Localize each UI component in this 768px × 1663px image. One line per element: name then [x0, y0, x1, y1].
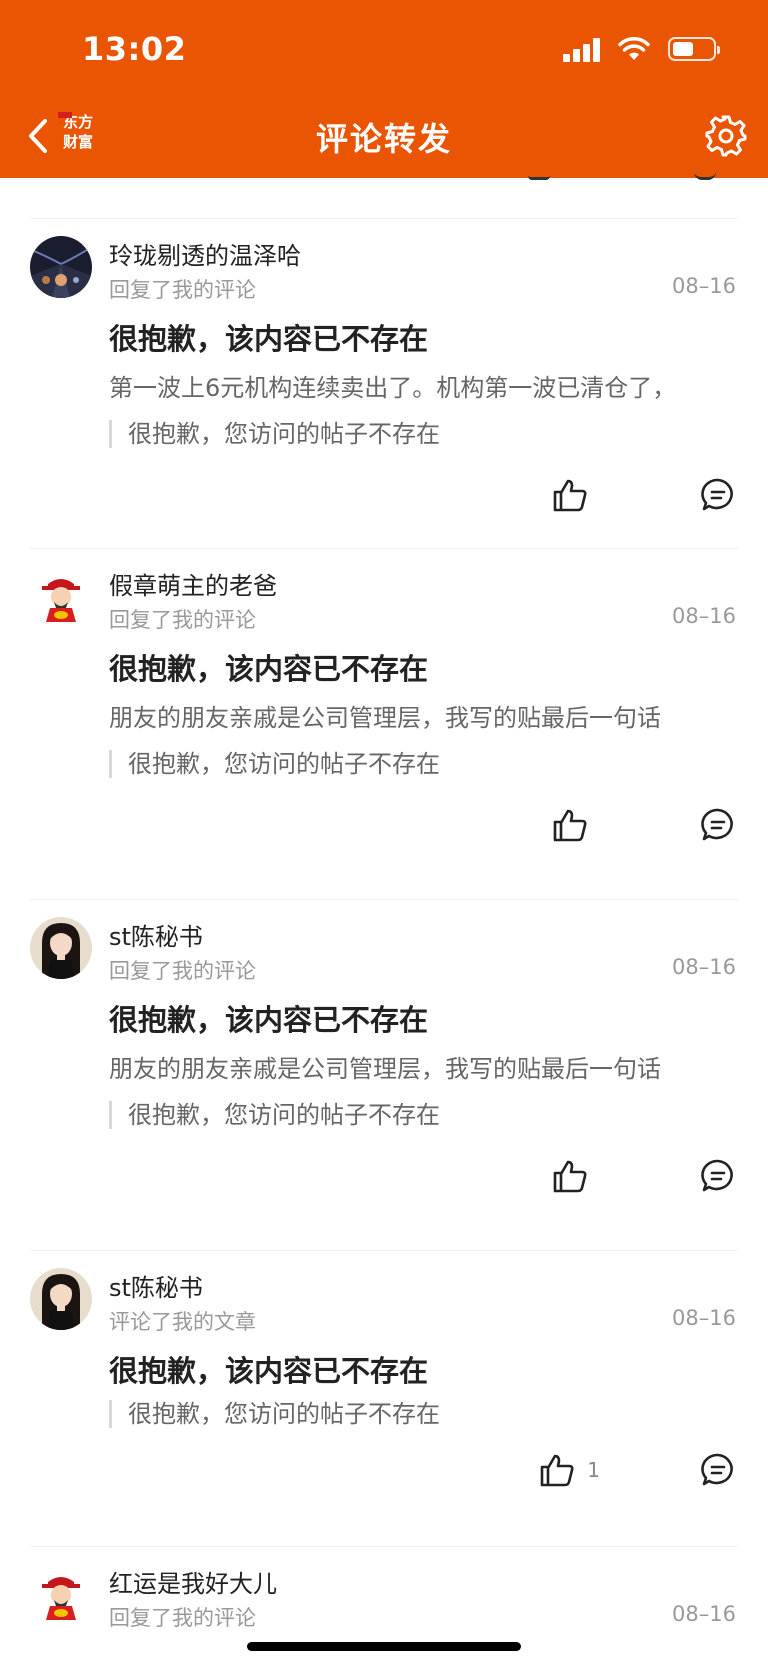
content-title: 很抱歉，该内容已不存在 [109, 1003, 429, 1037]
username[interactable]: 玲珑剔透的温泽哈 [109, 236, 301, 271]
comment-icon [701, 808, 733, 841]
caishen-avatar-icon [30, 1564, 92, 1626]
divider [30, 548, 738, 549]
like-button[interactable] [552, 477, 600, 513]
like-button[interactable] [552, 1158, 600, 1194]
comment-icon [701, 1453, 733, 1486]
notification-item[interactable]: 玲珑剔透的温泽哈 回复了我的评论 08–16 很抱歉，该内容已不存在 第一波上6… [0, 178, 768, 530]
avatar[interactable] [30, 236, 92, 298]
comment-button[interactable] [700, 1158, 736, 1198]
comment-icon [701, 1159, 733, 1192]
notification-item[interactable]: 假章萌主的老爸 回复了我的评论 08–16 很抱歉，该内容已不存在 朋友的朋友亲… [0, 530, 768, 881]
night-road-avatar-icon [30, 236, 92, 298]
comment-button[interactable] [700, 1452, 736, 1492]
action-text: 回复了我的评论 [109, 608, 256, 632]
content-title: 很抱歉，该内容已不存在 [109, 1354, 429, 1388]
date: 08–16 [672, 955, 736, 979]
like-button[interactable] [552, 807, 600, 843]
quoted-post[interactable]: 很抱歉，您访问的帖子不存在 [109, 1101, 440, 1129]
action-text: 评论了我的文章 [109, 1310, 256, 1334]
page-title: 评论转发 [315, 120, 452, 158]
notification-item[interactable]: st陈秘书 评论了我的文章 08–16 很抱歉，该内容已不存在 很抱歉，您访问的… [0, 1232, 768, 1528]
comment-button[interactable] [700, 807, 736, 847]
date: 08–16 [672, 604, 736, 628]
content-title: 很抱歉，该内容已不存在 [109, 652, 429, 686]
settings-button[interactable] [704, 114, 748, 158]
status-time: 13:02 [82, 30, 187, 68]
quoted-post[interactable]: 很抱歉，您访问的帖子不存在 [109, 420, 440, 448]
comment-icon [701, 478, 733, 511]
gear-icon [705, 115, 747, 157]
divider [30, 1546, 738, 1547]
quoted-post[interactable]: 很抱歉，您访问的帖子不存在 [109, 1400, 440, 1428]
home-indicator[interactable] [247, 1642, 521, 1651]
username[interactable]: st陈秘书 [109, 917, 203, 952]
nav-bar: 东方 财富 评论转发 [0, 96, 768, 176]
divider [30, 218, 738, 219]
reply-text[interactable]: 朋友的朋友亲戚是公司管理层，我写的贴最后一句话 [109, 698, 714, 733]
avatar[interactable] [30, 917, 92, 979]
avatar[interactable] [30, 1268, 92, 1330]
status-icons [563, 36, 720, 62]
quoted-post[interactable]: 很抱歉，您访问的帖子不存在 [109, 750, 440, 778]
caishen-avatar-icon [30, 566, 92, 628]
divider [30, 1250, 738, 1251]
reply-text[interactable]: 第一波上6元机构连续卖出了。机构第一波已清仓了， [109, 368, 714, 403]
username[interactable]: 红运是我好大儿 [109, 1564, 277, 1599]
thumbs-up-icon [553, 809, 587, 842]
action-text: 回复了我的评论 [109, 278, 256, 302]
date: 08–16 [672, 274, 736, 298]
date: 08–16 [672, 1306, 736, 1330]
girl-avatar-icon [30, 1268, 92, 1330]
username[interactable]: 假章萌主的老爸 [109, 566, 277, 601]
thumbs-up-icon [553, 479, 587, 512]
action-text: 回复了我的评论 [109, 1606, 256, 1630]
thumbs-up-icon [540, 1454, 574, 1487]
like-button[interactable]: 1 [539, 1452, 600, 1488]
comment-button[interactable] [700, 477, 736, 517]
divider [30, 899, 738, 900]
wifi-icon [618, 37, 650, 60]
like-count: 1 [587, 1458, 600, 1482]
username[interactable]: st陈秘书 [109, 1268, 203, 1303]
cellular-signal-icon [563, 36, 600, 62]
reply-text[interactable]: 朋友的朋友亲戚是公司管理层，我写的贴最后一句话 [109, 1049, 714, 1084]
app-header: 13:02 东方 财富 评论转发 [0, 0, 768, 178]
thumbs-up-icon [553, 1160, 587, 1193]
girl-avatar-icon [30, 917, 92, 979]
avatar[interactable] [30, 1564, 92, 1626]
battery-icon [668, 37, 720, 61]
content-title: 很抱歉，该内容已不存在 [109, 322, 429, 356]
date: 08–16 [672, 1602, 736, 1626]
notification-item[interactable]: st陈秘书 回复了我的评论 08–16 很抱歉，该内容已不存在 朋友的朋友亲戚是… [0, 881, 768, 1232]
action-text: 回复了我的评论 [109, 959, 256, 983]
avatar[interactable] [30, 566, 92, 628]
